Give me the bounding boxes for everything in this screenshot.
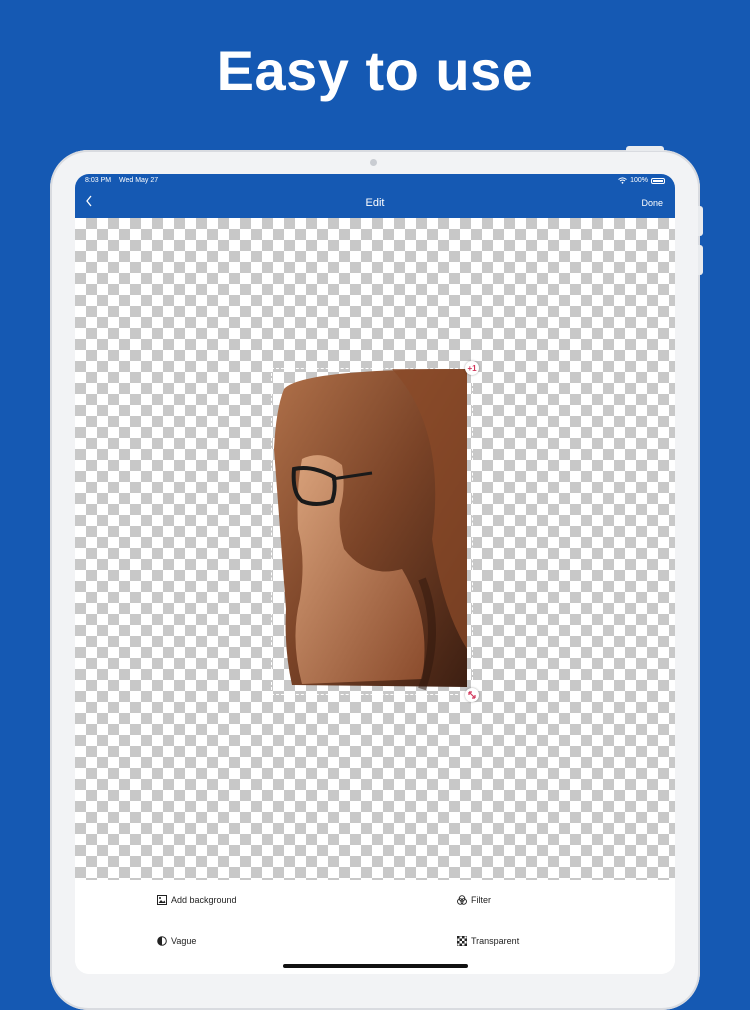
filter-button[interactable]: Filter xyxy=(457,895,491,905)
edit-toolbar: Add background Filter Vague Transparent xyxy=(75,880,675,974)
filter-circles-icon xyxy=(457,895,467,905)
image-icon xyxy=(157,895,167,905)
resize-handle[interactable] xyxy=(465,688,479,702)
camera-dot xyxy=(370,159,377,166)
portrait-photo xyxy=(274,369,467,691)
resize-arrow-icon xyxy=(468,691,476,699)
transparent-button[interactable]: Transparent xyxy=(457,936,519,946)
nav-title: Edit xyxy=(365,197,385,209)
transparent-canvas[interactable]: +1 xyxy=(75,218,675,880)
nav-bar: 8:03 PM Wed May 27 100% Edit Done xyxy=(75,174,675,218)
add-background-button[interactable]: Add background xyxy=(157,895,237,905)
app-screen: 8:03 PM Wed May 27 100% Edit Done +1 Add… xyxy=(75,174,675,974)
vague-label: Vague xyxy=(171,936,197,946)
wifi-icon xyxy=(618,177,627,184)
cutout-sticker[interactable]: +1 xyxy=(271,361,479,702)
add-background-label: Add background xyxy=(171,895,237,905)
ipad-frame: 8:03 PM Wed May 27 100% Edit Done +1 Add… xyxy=(50,146,703,1010)
status-right: 100% xyxy=(618,177,665,184)
vague-button[interactable]: Vague xyxy=(157,936,196,946)
status-bar: 8:03 PM Wed May 27 100% xyxy=(85,177,665,189)
volume-down-button xyxy=(698,245,703,275)
checkerboard-icon xyxy=(457,936,467,946)
headline: Easy to use xyxy=(216,39,534,102)
volume-up-button xyxy=(698,206,703,236)
battery-percent: 100% xyxy=(630,177,648,184)
filter-label: Filter xyxy=(471,895,491,905)
status-time: 8:03 PM xyxy=(85,177,112,184)
duplicate-handle[interactable]: +1 xyxy=(465,361,479,375)
transparent-label: Transparent xyxy=(471,936,520,946)
done-button[interactable]: Done xyxy=(641,198,663,208)
battery-icon xyxy=(651,177,665,184)
status-date: Wed May 27 xyxy=(119,177,159,184)
top-button xyxy=(626,146,664,151)
home-indicator[interactable] xyxy=(283,964,468,968)
half-circle-icon xyxy=(157,936,167,946)
